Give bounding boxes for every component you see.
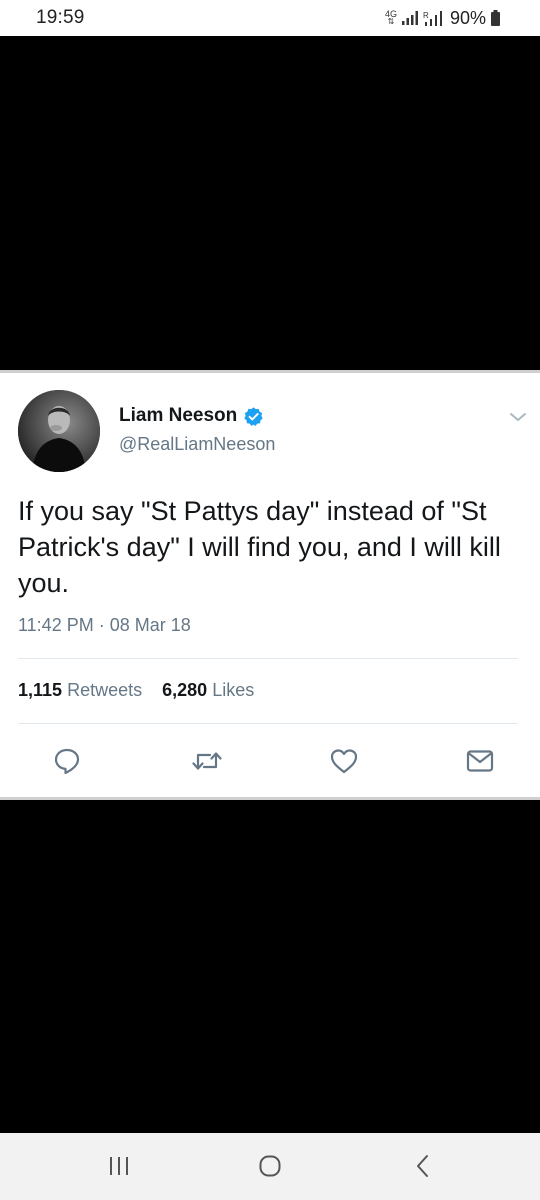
signal-icon (401, 11, 418, 25)
home-icon (259, 1155, 281, 1177)
network-type-icon: 4G ⇅ (384, 9, 397, 26)
chevron-down-icon[interactable] (506, 405, 530, 429)
share-icon (466, 750, 494, 772)
battery-percent: 90% (449, 7, 486, 28)
back-icon (417, 1155, 428, 1177)
battery-icon (491, 10, 500, 26)
reply-button[interactable] (50, 744, 84, 778)
avatar-image (18, 390, 100, 472)
back-button[interactable] (405, 1151, 441, 1181)
retweet-icon (192, 752, 222, 770)
handle[interactable]: @RealLiamNeeson (119, 434, 275, 455)
tweet-card[interactable]: Liam Neeson @RealLiamNeeson If you say "… (0, 370, 540, 800)
verified-badge-icon (244, 406, 263, 426)
navigation-bar (0, 1133, 540, 1200)
recents-button[interactable] (101, 1151, 137, 1181)
signal-roaming-icon: R (423, 11, 442, 26)
home-button[interactable] (252, 1151, 288, 1181)
reply-icon (54, 748, 80, 775)
likes-stat[interactable]: 6,280 Likes (162, 680, 254, 701)
status-bar: 19:59 4G ⇅ R 90% (0, 0, 540, 36)
retweets-stat[interactable]: 1,115 Retweets (18, 680, 142, 701)
tweet-timestamp[interactable]: 11:42 PM · 08 Mar 18 (18, 615, 191, 636)
tweet-actions (0, 744, 540, 778)
likes-label: Likes (212, 680, 255, 700)
divider (18, 658, 518, 659)
tweet-text: If you say "St Pattys day" instead of "S… (18, 496, 501, 598)
likes-count: 6,280 (162, 680, 208, 700)
share-button[interactable] (463, 744, 497, 778)
recents-icon (110, 1157, 128, 1175)
retweets-label: Retweets (67, 680, 143, 700)
tweet-stats: 1,115 Retweets 6,280 Likes (18, 680, 254, 701)
display-name[interactable]: Liam Neeson (119, 405, 264, 427)
display-name-text: Liam Neeson (119, 405, 238, 426)
like-button[interactable] (327, 744, 361, 778)
svg-text:R: R (423, 11, 429, 20)
status-indicators: 4G ⇅ R 90% (385, 6, 500, 30)
avatar[interactable] (18, 390, 100, 472)
status-time: 19:59 (36, 7, 85, 28)
like-icon (330, 749, 358, 774)
retweets-count: 1,115 (18, 680, 63, 700)
retweet-button[interactable] (190, 744, 224, 778)
divider (18, 723, 518, 724)
